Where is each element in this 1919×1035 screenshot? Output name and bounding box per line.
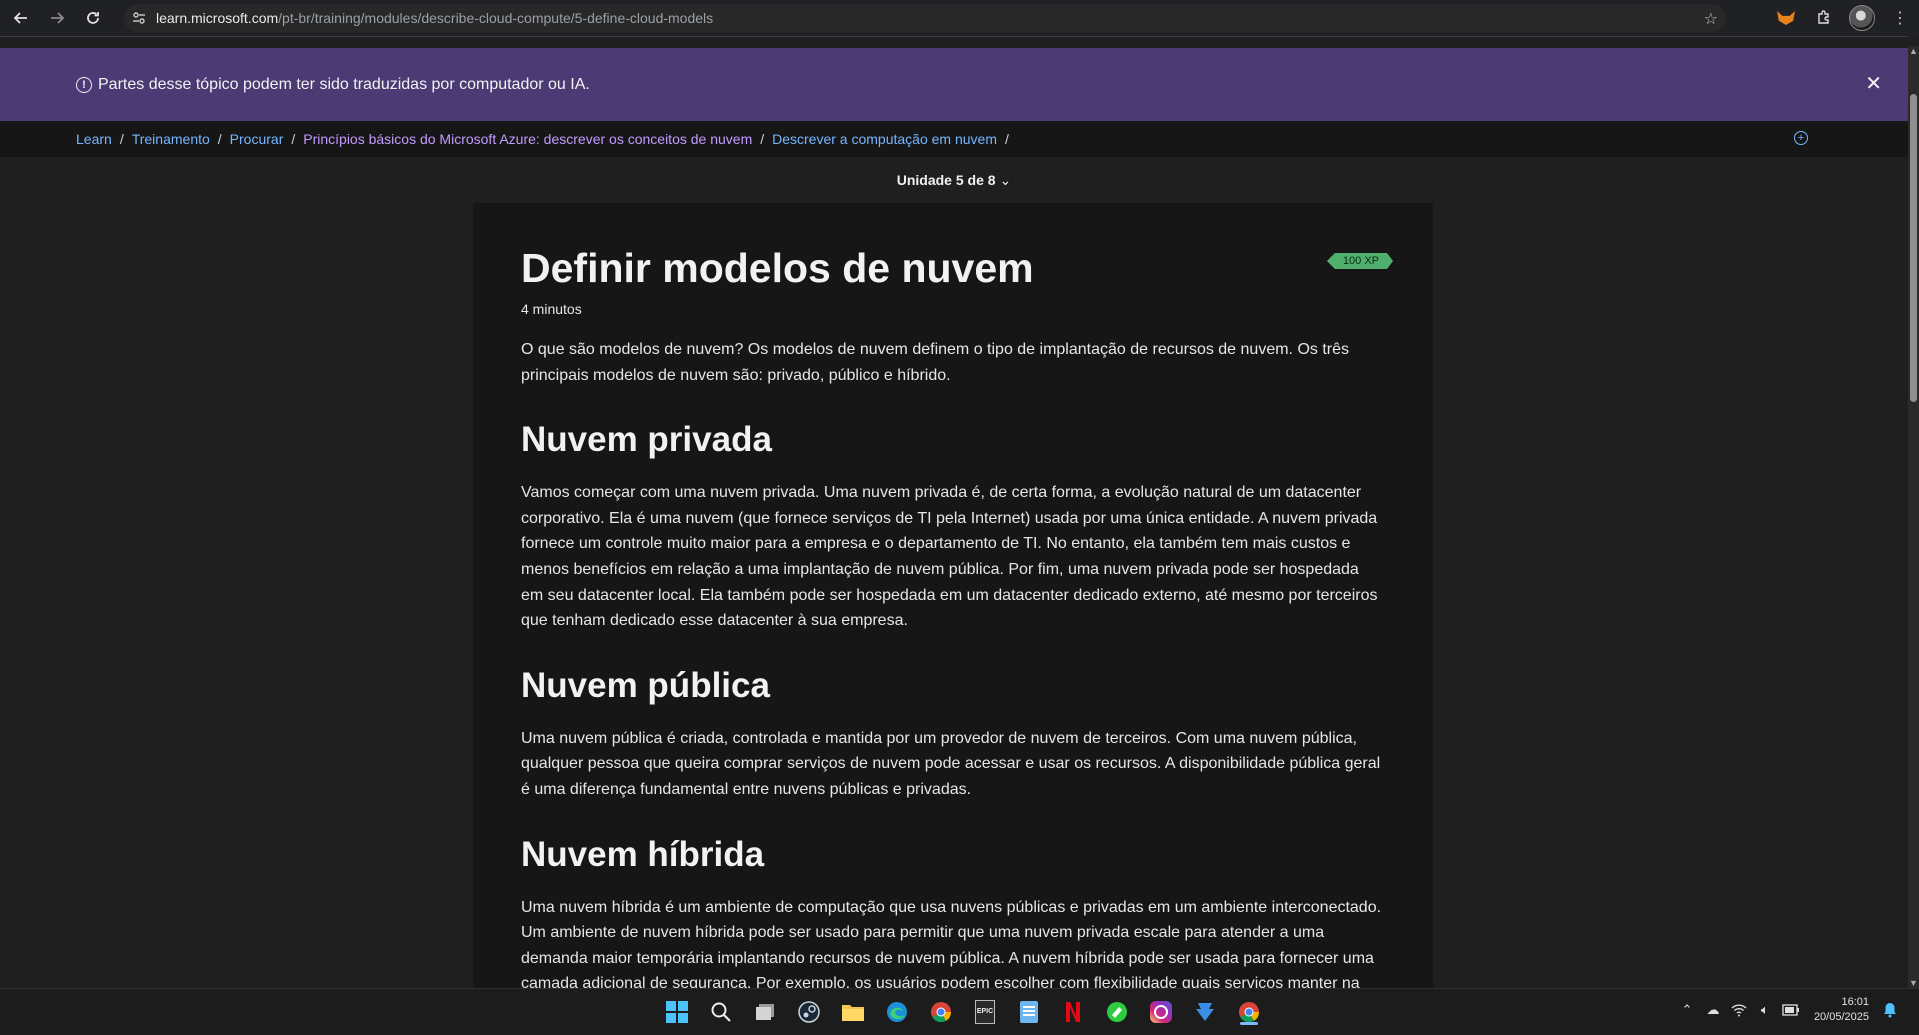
profile-avatar[interactable]: [1847, 3, 1877, 33]
banner-text: Partes desse tópico podem ter sido tradu…: [98, 75, 590, 93]
task-view-icon[interactable]: [749, 997, 781, 1027]
intro-paragraph: O que são modelos de nuvem? Os modelos d…: [521, 341, 1349, 384]
back-arrow-icon[interactable]: [6, 3, 36, 33]
system-tray: ⌃ ☁ 🔈︎ 16:01 20/05/2025: [1674, 995, 1903, 1025]
unit-selector-label: Unidade 5 de 8: [896, 172, 996, 188]
onedrive-icon[interactable]: ☁: [1702, 999, 1724, 1021]
breadcrumb-separator: /: [217, 131, 222, 147]
page-scrollbar[interactable]: ▲ ▼: [1908, 46, 1919, 988]
section-heading-public: Nuvem pública: [521, 665, 770, 705]
wifi-icon[interactable]: [1728, 999, 1750, 1021]
windows-start-icon[interactable]: [661, 997, 693, 1027]
xp-badge: 100 XP: [1327, 253, 1393, 269]
epic-games-icon[interactable]: EPIC: [969, 997, 1001, 1027]
url-text[interactable]: learn.microsoft.com/pt-br/training/modul…: [156, 10, 713, 26]
unit-selector[interactable]: Unidade 5 de 8 ⌄: [0, 172, 1908, 189]
volume-icon[interactable]: 🔈︎: [1754, 999, 1776, 1021]
breadcrumb: Learn / Treinamento / Procurar / Princíp…: [0, 121, 1908, 157]
page-title: Definir modelos de nuvem: [521, 245, 1034, 291]
chevron-up-icon[interactable]: ⌃: [1676, 999, 1698, 1021]
download-manager-icon[interactable]: [1189, 997, 1221, 1027]
breadcrumb-learning-path[interactable]: Princípios básicos do Microsoft Azure: d…: [303, 131, 752, 147]
search-icon[interactable]: [705, 997, 737, 1027]
section-heading-hybrid: Nuvem híbrida: [521, 834, 765, 874]
address-bar[interactable]: learn.microsoft.com/pt-br/training/modul…: [124, 4, 1726, 32]
url-path: /pt-br/training/modules/describe-cloud-c…: [278, 10, 714, 26]
notification-bell-icon[interactable]: [1879, 999, 1901, 1021]
chevron-down-icon: ⌄: [999, 172, 1012, 188]
reload-icon[interactable]: [78, 3, 108, 33]
stremio-icon[interactable]: [1101, 997, 1133, 1027]
add-collection-icon[interactable]: +: [1794, 131, 1808, 145]
file-explorer-icon[interactable]: [837, 997, 869, 1027]
close-icon[interactable]: ✕: [1865, 71, 1882, 96]
breadcrumb-treinamento[interactable]: Treinamento: [132, 131, 210, 147]
active-app-indicator: [1240, 1022, 1258, 1025]
chrome-active-icon[interactable]: [1233, 997, 1265, 1027]
breadcrumb-separator: /: [119, 131, 124, 147]
bookmark-star-icon[interactable]: ☆: [1704, 9, 1718, 29]
scrollbar-thumb[interactable]: [1910, 94, 1917, 402]
breadcrumb-separator: /: [760, 131, 765, 147]
netflix-icon[interactable]: [1057, 997, 1089, 1027]
instagram-icon[interactable]: [1145, 997, 1177, 1027]
article-card: 100 XP Definir modelos de nuvem 4 minuto…: [473, 203, 1433, 989]
forward-arrow-icon[interactable]: [42, 3, 72, 33]
steam-icon[interactable]: [793, 997, 825, 1027]
battery-icon[interactable]: [1780, 999, 1802, 1021]
metamask-extension-icon[interactable]: [1771, 3, 1801, 33]
section-body-private: Vamos começar com uma nuvem privada. Uma…: [521, 484, 1378, 630]
chrome-icon[interactable]: [925, 997, 957, 1027]
scroll-up-arrow-icon[interactable]: ▲: [1909, 46, 1918, 56]
clock-date: 20/05/2025: [1813, 1011, 1869, 1023]
breadcrumb-separator: /: [291, 131, 296, 147]
breadcrumb-learn[interactable]: Learn: [76, 131, 112, 147]
toolbar-divider: [0, 36, 1908, 37]
extensions-puzzle-icon[interactable]: [1809, 3, 1839, 33]
clock[interactable]: 16:01 20/05/2025: [1814, 995, 1869, 1025]
breadcrumb-separator: /: [1005, 131, 1009, 147]
windows-taskbar: EPIC ⌃ ☁ 🔈︎ 16:01 20/05/2025: [0, 988, 1919, 1035]
browser-toolbar: learn.microsoft.com/pt-br/training/modul…: [0, 0, 1919, 36]
scroll-down-arrow-icon[interactable]: ▼: [1909, 978, 1918, 988]
breadcrumb-procurar[interactable]: Procurar: [230, 131, 284, 147]
site-info-icon[interactable]: [128, 7, 150, 29]
url-host: learn.microsoft.com: [156, 10, 279, 26]
browser-menu-icon[interactable]: ⋮: [1885, 3, 1915, 33]
edge-icon[interactable]: [881, 997, 913, 1027]
translation-notice-banner: ! Partes desse tópico podem ter sido tra…: [0, 48, 1908, 121]
section-body-hybrid: Uma nuvem híbrida é um ambiente de compu…: [521, 898, 1382, 989]
section-body-public: Uma nuvem pública é criada, controlada e…: [521, 729, 1381, 798]
info-icon: !: [76, 76, 92, 93]
epic-games-label: EPIC: [975, 1000, 995, 1024]
notepad-icon[interactable]: [1013, 997, 1045, 1027]
clock-time: 16:01: [1841, 996, 1869, 1008]
section-heading-private: Nuvem privada: [521, 420, 772, 460]
breadcrumb-module[interactable]: Descrever a computação em nuvem: [772, 131, 997, 147]
duration-text: 4 minutos: [521, 301, 582, 317]
